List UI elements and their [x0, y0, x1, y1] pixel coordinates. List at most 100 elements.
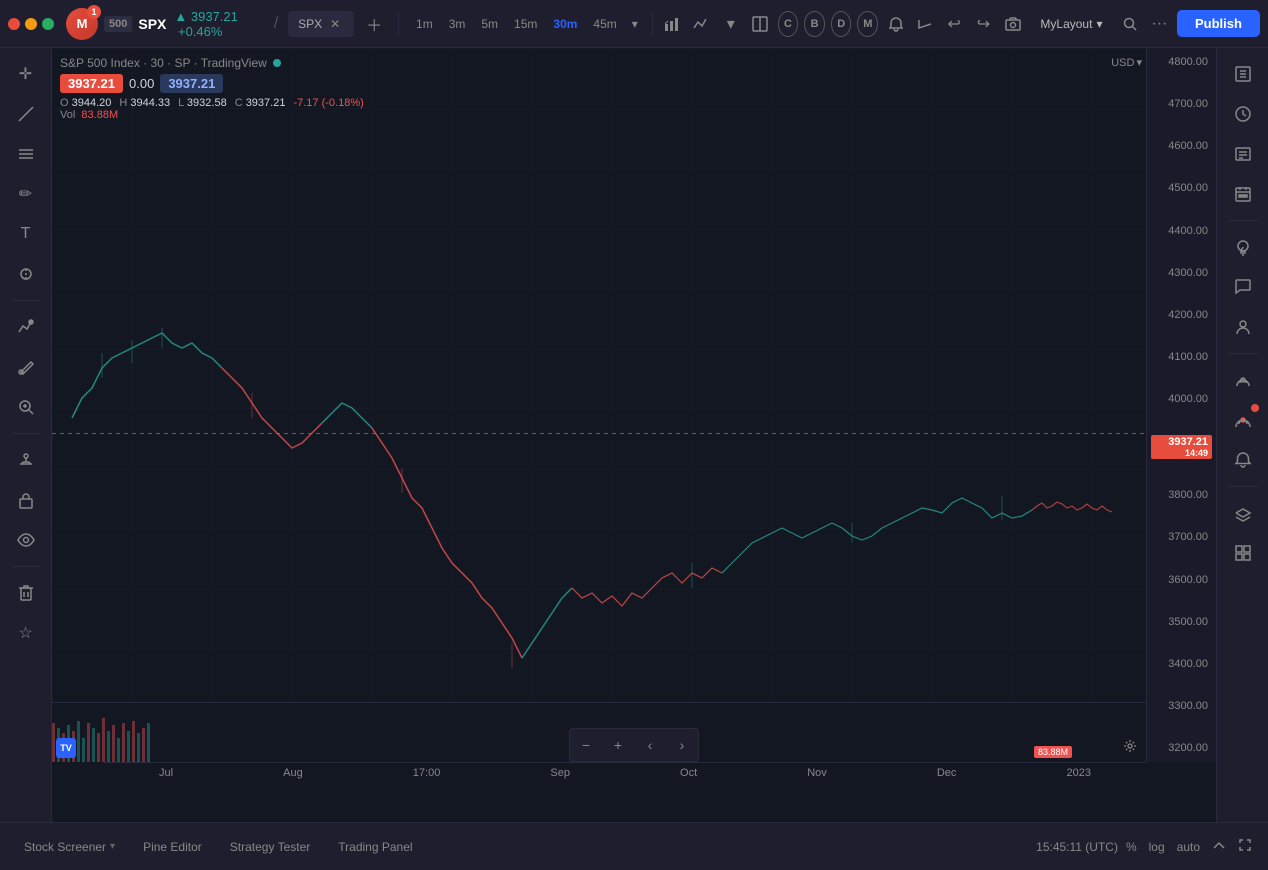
topbar: M 1 500 SPX ▲ 3937.21 +0.46% / SPX ✕ ＋ 1…	[0, 0, 1268, 48]
tf-3m[interactable]: 3m	[442, 13, 473, 35]
ideas-btn[interactable]	[1225, 229, 1261, 265]
symbol-name[interactable]: SPX	[138, 16, 166, 32]
chart-settings-btn[interactable]	[1116, 732, 1144, 760]
undo-btn[interactable]: ↩	[943, 9, 966, 39]
tab-close-icon[interactable]: ✕	[326, 15, 344, 33]
log-toggle[interactable]: log	[1145, 836, 1169, 858]
minimize-window-btn[interactable]	[25, 18, 37, 30]
time-oct: Oct	[680, 767, 697, 779]
price-4400: 4400.00	[1151, 225, 1212, 237]
strategy-tester-tab[interactable]: Strategy Tester	[218, 834, 322, 860]
hlines-tool[interactable]	[8, 136, 44, 172]
patterns-tool[interactable]	[8, 309, 44, 345]
clock-btn[interactable]	[1225, 96, 1261, 132]
ohlc-labels: O 3944.20 H 3944.33 L 3932.58 C 3937.21 …	[60, 97, 364, 109]
chat-btn[interactable]	[1225, 269, 1261, 305]
text-tool[interactable]: T	[8, 216, 44, 252]
maximize-window-btn[interactable]	[42, 18, 54, 30]
tv-logo-icon: TV	[56, 738, 76, 758]
fullscreen-panel-btn[interactable]	[1234, 834, 1256, 859]
alerts-panel-btn[interactable]	[1225, 442, 1261, 478]
chart-tab[interactable]: SPX ✕	[288, 11, 354, 37]
price-3200: 3200.00	[1151, 742, 1212, 754]
auto-toggle[interactable]: auto	[1173, 836, 1204, 858]
price-4000: 4000.00	[1151, 393, 1212, 405]
current-price-label: 3937.21 14:49	[1151, 435, 1212, 459]
chart-container[interactable]: S&P 500 Index · 30 · SP · TradingView 39…	[52, 48, 1216, 822]
time-aug: Aug	[283, 767, 303, 779]
price-4100: 4100.00	[1151, 351, 1212, 363]
scroll-right-btn[interactable]: ›	[668, 731, 696, 759]
zoom-in-btn[interactable]: +	[604, 731, 632, 759]
indicators-dropdown[interactable]: ▾	[719, 9, 742, 39]
line-tool[interactable]	[8, 96, 44, 132]
compare-btn[interactable]: C	[778, 11, 799, 37]
chart-title: S&P 500 Index · 30 · SP · TradingView	[60, 56, 364, 70]
replay-btn[interactable]	[913, 9, 936, 39]
anchor-tool[interactable]	[8, 442, 44, 478]
price-3700: 3700.00	[1151, 531, 1212, 543]
tf-15m[interactable]: 15m	[507, 13, 544, 35]
indicators-btn[interactable]	[690, 9, 713, 39]
data-window-btn[interactable]	[1225, 535, 1261, 571]
d-btn[interactable]: D	[831, 11, 852, 37]
brush-tool[interactable]	[8, 349, 44, 385]
community-btn[interactable]	[1225, 309, 1261, 345]
main-layout: ✛ ✏ T	[0, 48, 1268, 822]
time-axis: Jul Aug 17:00 Sep Oct Nov Dec 2023	[104, 762, 1146, 782]
zoom-out-btn[interactable]: −	[572, 731, 600, 759]
broadcast-btn[interactable]	[1225, 402, 1261, 438]
eye-tool[interactable]	[8, 522, 44, 558]
tradingview-logo: TV	[56, 738, 76, 758]
stock-screener-tab[interactable]: Stock Screener ▾	[12, 834, 127, 860]
volume-badge: 83.88M	[1034, 746, 1072, 758]
m-btn[interactable]: M	[857, 11, 878, 37]
tf-1m[interactable]: 1m	[409, 13, 440, 35]
layout-btn[interactable]	[748, 9, 771, 39]
tf-45m[interactable]: 45m	[586, 13, 623, 35]
time-1700: 17:00	[413, 767, 441, 779]
vol-row: Vol 83.88M	[60, 109, 364, 121]
lock-tool[interactable]	[8, 482, 44, 518]
redo-btn[interactable]: ↪	[972, 9, 995, 39]
add-tab-btn[interactable]: ＋	[360, 10, 388, 38]
zoom-tool[interactable]	[8, 389, 44, 425]
tf-dropdown[interactable]: ▾	[626, 13, 644, 35]
chart-controls: − + ‹ ›	[569, 728, 699, 762]
tf-5m[interactable]: 5m	[474, 13, 505, 35]
crosshair-tool[interactable]: ✛	[8, 56, 44, 92]
close-window-btn[interactable]	[8, 18, 20, 30]
shapes-tool[interactable]	[8, 256, 44, 292]
chart-type-btn[interactable]	[661, 9, 684, 39]
watchlist-btn[interactable]	[1225, 56, 1261, 92]
news-btn[interactable]	[1225, 136, 1261, 172]
signal-btn[interactable]	[1225, 362, 1261, 398]
layers-btn[interactable]	[1225, 495, 1261, 531]
percent-toggle[interactable]: %	[1122, 836, 1141, 858]
tf-30m[interactable]: 30m	[546, 13, 584, 35]
pencil-tool[interactable]: ✏	[8, 176, 44, 212]
symbol-badge: 500	[104, 16, 132, 32]
price-3800: 3800.00	[1151, 489, 1212, 501]
calendar-btn[interactable]	[1225, 176, 1261, 212]
star-tool[interactable]: ☆	[8, 615, 44, 651]
avatar[interactable]: M 1	[66, 8, 98, 40]
currency-label[interactable]: USD ▾	[1111, 56, 1142, 69]
alerts-btn[interactable]	[884, 9, 907, 39]
toolbar-sep1	[12, 300, 40, 301]
trading-panel-tab[interactable]: Trading Panel	[326, 834, 424, 860]
scroll-left-btn[interactable]: ‹	[636, 731, 664, 759]
trash-tool[interactable]	[8, 575, 44, 611]
more-btn[interactable]: ···	[1148, 9, 1171, 39]
price-3500: 3500.00	[1151, 616, 1212, 628]
layout-selector[interactable]: MyLayout ▾	[1030, 13, 1112, 35]
publish-button[interactable]: Publish	[1177, 10, 1260, 37]
change-value: 0.00	[129, 76, 154, 91]
snapshot-btn[interactable]	[1001, 9, 1024, 39]
price-3300: 3300.00	[1151, 700, 1212, 712]
b-btn[interactable]: B	[804, 11, 825, 37]
search-btn[interactable]	[1118, 9, 1141, 39]
pine-editor-tab[interactable]: Pine Editor	[131, 834, 214, 860]
collapse-panel-btn[interactable]	[1208, 834, 1230, 859]
toolbar-sep3	[12, 566, 40, 567]
